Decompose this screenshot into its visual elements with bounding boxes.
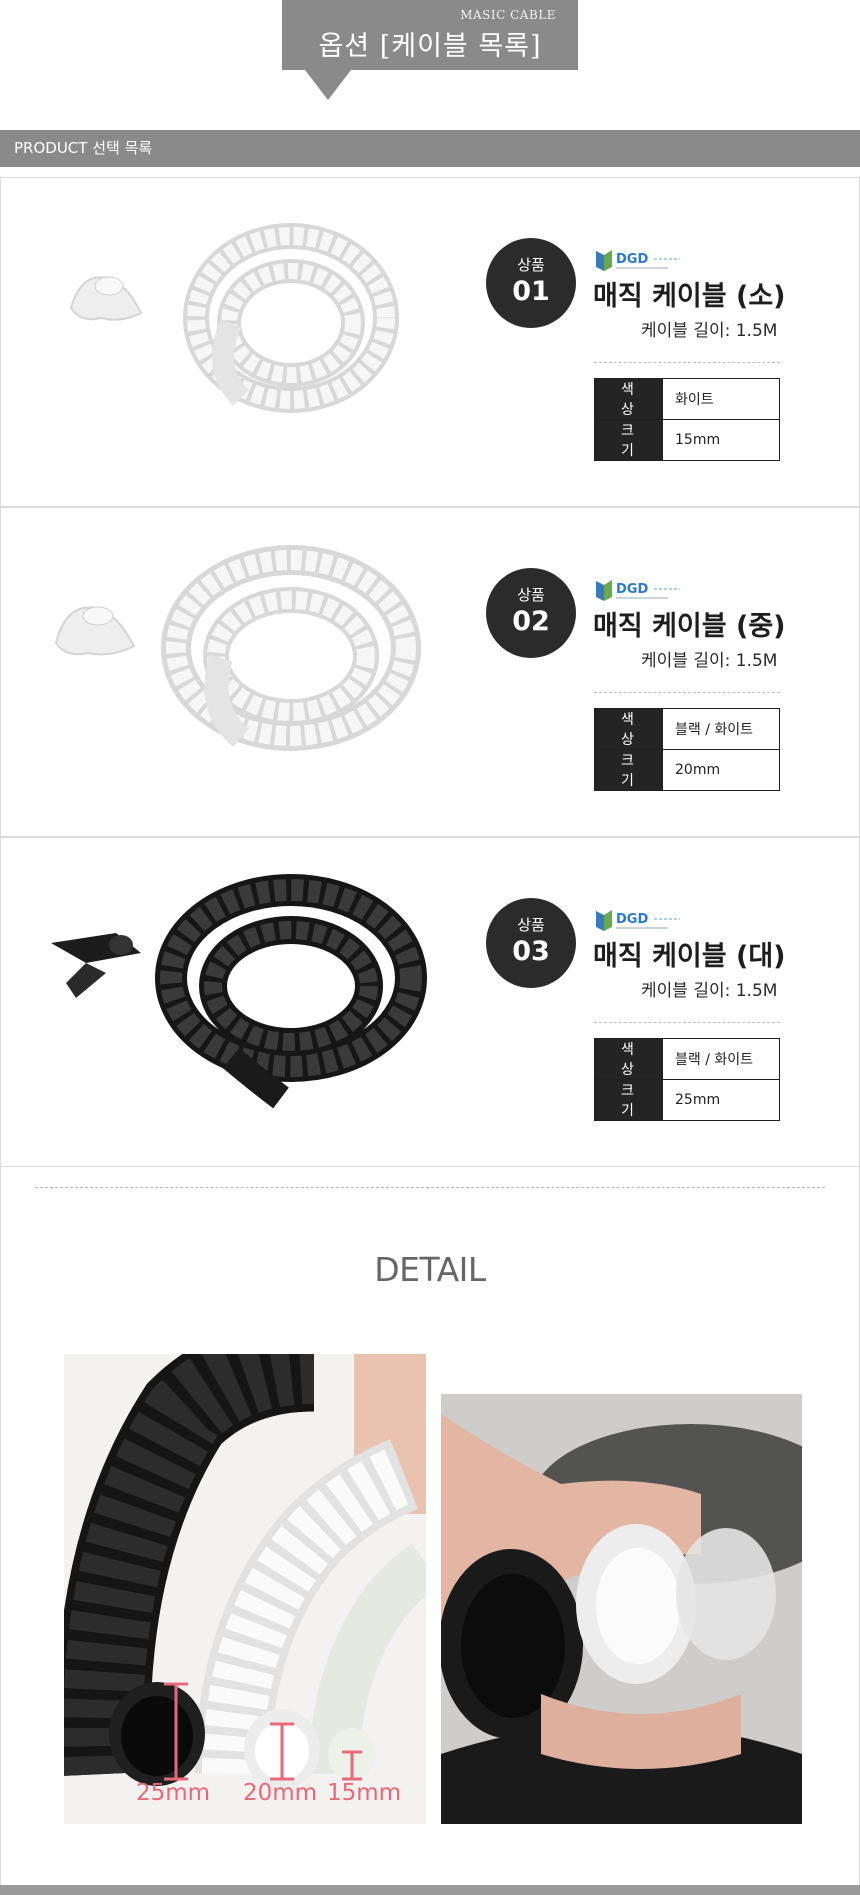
divider — [594, 692, 780, 693]
divider — [594, 1022, 780, 1023]
spec-key: 크 기 — [594, 749, 663, 791]
measure-label-15: 15mm — [327, 1780, 402, 1806]
brand-text: DGD — [616, 912, 648, 927]
coil-white — [183, 223, 399, 413]
spec-value: 20mm — [662, 749, 780, 791]
spec-table: 색 상 화이트 크 기 15mm — [594, 378, 780, 461]
measure-label-25: 25mm — [136, 1780, 211, 1806]
product-badge: 상품 02 — [486, 568, 576, 658]
spec-row-color: 색 상 블랙 / 화이트 — [594, 1038, 780, 1080]
product-name: 매직 케이블 (소) — [593, 281, 786, 312]
spec-row-color: 색 상 화이트 — [594, 378, 780, 420]
product-row-01[interactable]: 상품 01 DGD 매직 케이블 (소) 케이블 길이: 1.5M 색 상 화이… — [0, 177, 860, 507]
badge-label: 상품 — [517, 916, 545, 934]
option-header-tag: MASIC CABLE 옵션 [케이블 목록] — [282, 0, 578, 70]
spec-value: 화이트 — [662, 378, 780, 420]
header-arrow — [305, 70, 351, 100]
cable-in-hand-image — [441, 1394, 802, 1824]
brand-text: DGD — [616, 582, 648, 597]
spec-row-size: 크 기 25mm — [594, 1079, 780, 1121]
spec-key: 색 상 — [594, 708, 663, 750]
cable-tool-white — [69, 276, 143, 321]
cable-length: 케이블 길이: 1.5M — [641, 651, 778, 671]
footer-bar — [0, 1885, 860, 1895]
cable-size-comparison-image — [64, 1354, 426, 1824]
badge-label: 상품 — [517, 256, 545, 274]
spec-row-color: 색 상 블랙 / 화이트 — [594, 708, 780, 750]
coil-black — [155, 874, 427, 1109]
cable-tool-white — [54, 606, 136, 656]
product-row-03[interactable]: 상품 03 DGD 매직 케이블 (대) 케이블 길이: 1.5M 색 상 블랙… — [0, 837, 860, 1167]
spec-value: 25mm — [662, 1079, 780, 1121]
brand-text: DGD — [616, 252, 648, 267]
detail-title: DETAIL — [374, 1250, 486, 1289]
white-cable-small-image — [69, 223, 399, 413]
spec-value: 15mm — [662, 419, 780, 461]
white-cable-medium-image — [54, 545, 421, 751]
spec-table: 색 상 블랙 / 화이트 크 기 20mm — [594, 708, 780, 791]
spec-row-size: 크 기 15mm — [594, 419, 780, 461]
cable-tool-black — [51, 933, 141, 998]
dgd-brand-logo: DGD — [596, 580, 680, 601]
product-row-02[interactable]: 상품 02 DGD 매직 케이블 (중) 케이블 길이: 1.5M 색 상 블랙… — [0, 507, 860, 837]
dgd-brand-logo: DGD — [596, 910, 680, 931]
measure-label-20: 20mm — [243, 1780, 318, 1806]
product-name: 매직 케이블 (중) — [593, 611, 786, 642]
product-list-bar: PRODUCT 선택 목록 — [0, 130, 860, 167]
black-cable-large-image — [51, 874, 427, 1109]
detail-divider — [35, 1187, 825, 1188]
product-name: 매직 케이블 (대) — [593, 941, 786, 972]
coil-white — [161, 545, 421, 751]
badge-number: 01 — [512, 276, 550, 307]
spec-key: 색 상 — [594, 378, 663, 420]
badge-number: 03 — [512, 936, 550, 967]
header-subtitle: MASIC CABLE — [460, 8, 556, 22]
badge-label: 상품 — [517, 586, 545, 604]
badge-number: 02 — [512, 606, 550, 637]
divider — [594, 362, 780, 363]
spec-key: 크 기 — [594, 1079, 663, 1121]
spec-table: 색 상 블랙 / 화이트 크 기 25mm — [594, 1038, 780, 1121]
spec-value: 블랙 / 화이트 — [662, 708, 780, 750]
spec-key: 색 상 — [594, 1038, 663, 1080]
spec-value: 블랙 / 화이트 — [662, 1038, 780, 1080]
product-badge: 상품 01 — [486, 238, 576, 328]
cable-length: 케이블 길이: 1.5M — [641, 321, 778, 341]
spec-row-size: 크 기 20mm — [594, 749, 780, 791]
dgd-brand-logo: DGD — [596, 250, 680, 271]
product-badge: 상품 03 — [486, 898, 576, 988]
cable-length: 케이블 길이: 1.5M — [641, 981, 778, 1001]
header-title: 옵션 [케이블 목록] — [318, 31, 542, 62]
spec-key: 크 기 — [594, 419, 663, 461]
